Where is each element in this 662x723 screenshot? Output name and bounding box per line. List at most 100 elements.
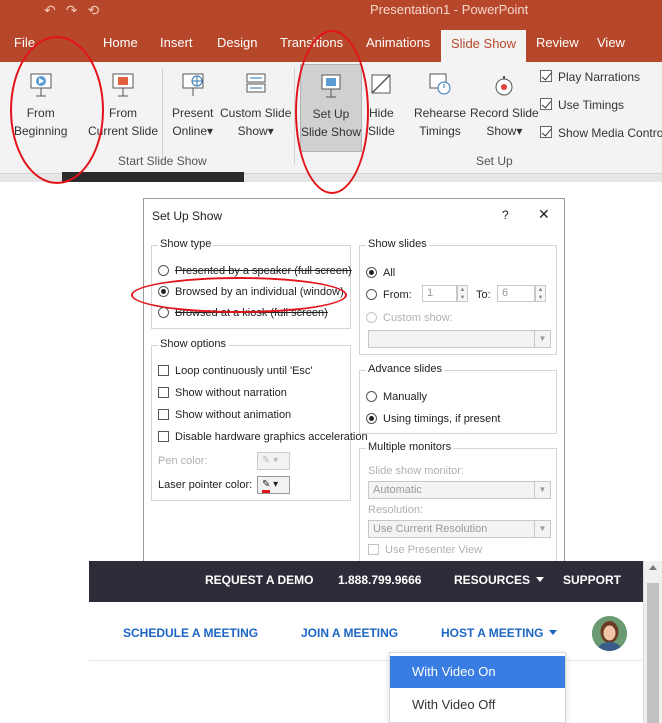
resolution-value: Use Current Resolution	[373, 523, 488, 535]
all-label: All	[383, 267, 396, 279]
speaker-label: Presented by a speaker (full screen)	[175, 265, 352, 277]
record-slide-show-button[interactable]: Record Slide Show▾	[470, 72, 539, 140]
from-current-label-1: From	[109, 106, 138, 120]
scroll-up-icon[interactable]	[649, 565, 657, 570]
record-stopwatch-icon	[495, 76, 513, 96]
ribbon-separator	[294, 68, 295, 164]
custom-show-dropdown[interactable]: ▼	[368, 330, 551, 348]
zoom-nav: SCHEDULE A MEETING JOIN A MEETING HOST A…	[89, 602, 643, 723]
tab-animations[interactable]: Animations	[366, 35, 430, 50]
present-online-label-1: Present	[172, 106, 214, 120]
hide-slide-label-2: Slide	[368, 124, 395, 138]
set-up-slide-show-icon	[321, 74, 341, 98]
pen-color-label: Pen color:	[158, 455, 208, 467]
scrollbar-thumb[interactable]	[647, 583, 659, 723]
with-video-on-option[interactable]: With Video On	[390, 656, 565, 688]
show-media-label: Show Media Controls	[558, 126, 662, 140]
tab-design[interactable]: Design	[217, 35, 257, 50]
chevron-down-icon: ▼	[534, 482, 550, 498]
from-current-slide-button[interactable]: From Current Slide	[88, 72, 158, 140]
radio-from-slides[interactable]: From:	[366, 289, 412, 301]
use-timings-label: Use Timings	[558, 98, 625, 112]
tab-transitions[interactable]: Transitions	[280, 35, 343, 50]
from-slide-stepper[interactable]: ▲ ▼	[457, 285, 468, 302]
pen-color-picker[interactable]: ✎ ▾	[257, 452, 290, 470]
slide-thumbnail[interactable]	[62, 172, 244, 182]
phone-number-link[interactable]: 1.888.799.9666	[338, 573, 421, 587]
to-slide-input[interactable]: 6	[497, 285, 535, 302]
advance-slides-legend: Advance slides	[366, 363, 444, 375]
from-slide-input[interactable]: 1	[422, 285, 457, 302]
host-meeting-menu[interactable]: HOST A MEETING	[441, 626, 558, 640]
radio-unselected-icon	[366, 289, 377, 300]
request-demo-link[interactable]: REQUEST A DEMO	[205, 573, 313, 587]
show-options-legend: Show options	[158, 338, 229, 350]
laser-pointer-color-label: Laser pointer color:	[158, 479, 253, 491]
radio-selected-icon	[366, 413, 377, 424]
presenter-view-label: Use Presenter View	[385, 544, 483, 556]
resolution-label: Resolution:	[368, 504, 424, 516]
radio-selected-icon	[158, 286, 169, 297]
set-up-slide-show-button[interactable]: Set Up Slide Show	[300, 64, 362, 152]
timings-label: Using timings, if present	[383, 413, 501, 425]
radio-manually[interactable]: Manually	[366, 391, 427, 403]
use-presenter-view-checkbox[interactable]: Use Presenter View	[368, 544, 482, 556]
play-narrations-checkbox[interactable]: Play Narrations	[540, 70, 640, 84]
disable-hw-label: Disable hardware graphics acceleration	[175, 431, 368, 443]
slide-show-monitor-dropdown[interactable]: Automatic ▼	[368, 481, 551, 499]
dropdown-caret-icon: ▾	[267, 124, 274, 138]
show-without-narration-checkbox[interactable]: Show without narration	[158, 387, 287, 399]
loop-continuously-checkbox[interactable]: Loop continuously until 'Esc'	[158, 365, 313, 377]
with-video-off-option[interactable]: With Video Off	[390, 689, 565, 721]
schedule-meeting-link[interactable]: SCHEDULE A MEETING	[123, 626, 258, 640]
custom-slide-show-button[interactable]: Custom Slide Show▾	[220, 72, 291, 140]
help-icon[interactable]: ?	[502, 208, 509, 222]
tab-file[interactable]: File	[14, 35, 35, 50]
radio-browsed-at-kiosk[interactable]: Browsed at a kiosk (full screen)	[158, 307, 328, 319]
dropdown-caret-icon: ▾	[516, 124, 523, 138]
resolution-dropdown[interactable]: Use Current Resolution ▼	[368, 520, 551, 538]
radio-selected-icon	[366, 267, 377, 278]
group-label-start-slide-show: Start Slide Show	[118, 154, 207, 168]
from-beginning-label-1: From	[26, 106, 55, 120]
loop-label: Loop continuously until 'Esc'	[175, 365, 313, 377]
support-link[interactable]: SUPPORT	[563, 573, 621, 587]
tab-insert[interactable]: Insert	[160, 35, 193, 50]
tab-review[interactable]: Review	[536, 35, 579, 50]
hide-slide-label-1: Hide	[369, 106, 394, 120]
rehearse-timings-button[interactable]: Rehearse Timings	[414, 72, 466, 140]
set-up-label-1: Set Up	[312, 107, 350, 121]
powerpoint-window: ↶↷⟲ Presentation1 - PowerPoint File Home…	[0, 0, 662, 182]
tab-slide-show[interactable]: Slide Show	[441, 30, 527, 62]
rehearse-label-2: Timings	[419, 124, 461, 138]
close-icon[interactable]: ✕	[538, 206, 550, 223]
radio-browsed-by-individual[interactable]: Browsed by an individual (window)	[158, 286, 344, 298]
kiosk-label: Browsed at a kiosk (full screen)	[175, 307, 328, 319]
radio-all-slides[interactable]: All	[366, 267, 395, 279]
join-meeting-link[interactable]: JOIN A MEETING	[301, 626, 398, 640]
disable-hardware-acceleration-checkbox[interactable]: Disable hardware graphics acceleration	[158, 431, 368, 443]
radio-presented-by-speaker[interactable]: Presented by a speaker (full screen)	[158, 265, 352, 277]
radio-using-timings[interactable]: Using timings, if present	[366, 413, 500, 425]
avatar[interactable]	[592, 616, 627, 651]
pen-icon: ✎	[262, 455, 271, 466]
tab-view[interactable]: View	[597, 35, 625, 50]
no-animation-label: Show without animation	[175, 409, 292, 421]
show-without-animation-checkbox[interactable]: Show without animation	[158, 409, 291, 421]
from-beginning-button[interactable]: From Beginning	[14, 72, 67, 140]
present-online-icon	[182, 73, 204, 96]
present-online-button[interactable]: Present Online▾	[172, 72, 213, 140]
laser-pointer-color-picker[interactable]: ✎ ▾	[257, 476, 290, 494]
tab-home[interactable]: Home	[103, 35, 138, 50]
custom-show-label-1: Custom Slide	[220, 106, 292, 120]
quick-access-toolbar[interactable]: ↶↷⟲	[44, 2, 109, 19]
radio-unselected-icon	[366, 312, 377, 323]
scrollbar[interactable]	[643, 561, 662, 723]
to-slide-stepper[interactable]: ▲ ▼	[535, 285, 546, 302]
use-timings-checkbox[interactable]: Use Timings	[540, 98, 624, 112]
radio-custom-show[interactable]: Custom show:	[366, 312, 453, 324]
checkbox-unchecked-icon	[158, 365, 169, 376]
hide-slide-button[interactable]: Hide Slide	[368, 72, 395, 140]
show-media-controls-checkbox[interactable]: Show Media Controls	[540, 126, 662, 140]
resources-menu[interactable]: RESOURCES	[454, 573, 545, 587]
